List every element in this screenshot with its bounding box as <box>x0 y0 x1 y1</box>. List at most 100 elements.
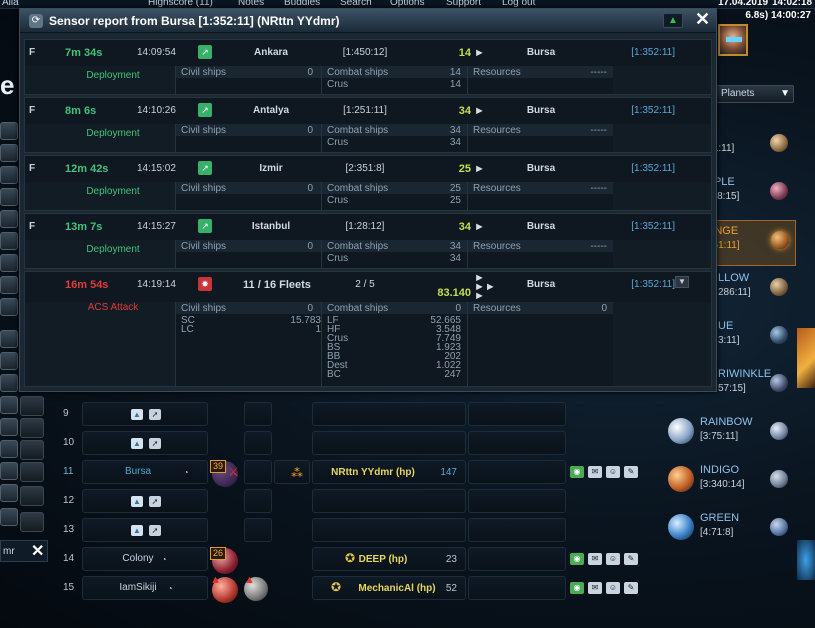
ship-icon[interactable]: ▲ <box>131 438 143 449</box>
ship-icon[interactable]: ▲ <box>131 496 143 507</box>
menu-button[interactable] <box>0 254 18 272</box>
fleet-origin[interactable]: Istanbul <box>221 221 321 232</box>
menu-button[interactable] <box>0 276 18 294</box>
fleet-origin[interactable]: Antalya <box>221 105 321 116</box>
planet-thumb[interactable] <box>668 466 694 492</box>
fleet-origin-coords[interactable]: [1:28:12] <box>325 221 405 232</box>
missile-icon[interactable]: ➚ <box>149 409 161 420</box>
planet-name[interactable]: Colony <box>83 553 193 564</box>
nav-item-buddies[interactable]: Buddies <box>284 0 320 8</box>
nav-item-alliance[interactable]: Alla <box>2 0 19 8</box>
nav-item-support[interactable]: Support <box>446 0 481 8</box>
menu-shortcut[interactable] <box>20 440 44 460</box>
menu-shortcut[interactable] <box>20 418 44 438</box>
fleet-dest[interactable]: Bursa <box>511 47 571 58</box>
moon-thumb[interactable] <box>770 326 788 344</box>
menu-button[interactable] <box>0 418 18 436</box>
fleet-origin[interactable]: Izmir <box>221 163 321 174</box>
menu-button[interactable] <box>0 440 18 458</box>
player-name[interactable]: DEEP (hp) <box>323 554 443 565</box>
nav-item-options[interactable]: Options <box>390 0 424 8</box>
planet-name[interactable]: IamSikiji <box>83 582 193 593</box>
fleet-origin-coords[interactable]: [2:351:8] <box>325 163 405 174</box>
moon-thumb[interactable] <box>771 231 789 249</box>
menu-button[interactable] <box>0 144 18 162</box>
avatar[interactable] <box>718 24 748 56</box>
nav-item-notes[interactable]: Notes <box>238 0 264 8</box>
debris-icon[interactable]: ⁂ <box>291 466 303 480</box>
fleet-dest[interactable]: Bursa <box>511 221 571 232</box>
moon-thumb[interactable] <box>770 470 788 488</box>
menu-button[interactable] <box>0 298 18 316</box>
menu-button[interactable] <box>0 352 18 370</box>
close-icon[interactable]: ✕ <box>31 541 44 561</box>
missile-button[interactable]: ✎ <box>624 553 638 565</box>
fleet-origin-coords[interactable]: [1:251:11] <box>325 105 405 116</box>
moon-thumb[interactable] <box>770 182 788 200</box>
menu-button[interactable] <box>0 484 18 502</box>
planet-item-selected[interactable]: ANGE 361:11] <box>704 220 796 266</box>
menu-button[interactable] <box>0 210 18 228</box>
menu-button[interactable] <box>0 166 18 184</box>
espionage-button[interactable]: ◉ <box>570 553 584 565</box>
expand-icon[interactable]: ▼ <box>675 276 689 288</box>
planet-thumb[interactable] <box>668 418 694 444</box>
ship-icon[interactable]: ▲ <box>131 409 143 420</box>
moon-thumb[interactable] <box>770 134 788 152</box>
player-name[interactable]: MechanicAl (hp) <box>337 583 457 594</box>
fleet-dest[interactable]: Bursa <box>511 279 571 290</box>
fleet-origin[interactable]: Ankara <box>221 47 321 58</box>
missile-icon[interactable]: ➚ <box>149 496 161 507</box>
buddy-button[interactable]: ☺ <box>606 466 620 478</box>
planet-cell[interactable]: 26 <box>210 547 242 574</box>
missile-button[interactable]: ✎ <box>624 582 638 594</box>
menu-shortcut[interactable] <box>20 396 44 416</box>
nav-item-logout[interactable]: Log out <box>502 0 535 8</box>
fleet-dest-coords[interactable]: [1:352:11] <box>595 47 675 58</box>
espionage-button[interactable]: ◉ <box>570 466 584 478</box>
espionage-button[interactable]: ◉ <box>570 582 584 594</box>
moon-cell[interactable]: ▲ <box>244 574 272 601</box>
buddy-button[interactable]: ☺ <box>606 582 620 594</box>
message-button[interactable]: ✉ <box>588 582 602 594</box>
planet-thumb[interactable] <box>668 514 694 540</box>
buddy-button[interactable]: ☺ <box>606 553 620 565</box>
moon-thumb[interactable] <box>770 374 788 392</box>
fleet-dest[interactable]: Bursa <box>511 105 571 116</box>
window-titlebar[interactable]: ⟳ Sensor report from Bursa [1:352:11] (N… <box>20 9 716 33</box>
collapse-button[interactable]: ▲ <box>663 13 683 28</box>
planet-name[interactable]: Bursa <box>83 466 193 477</box>
message-button[interactable]: ✉ <box>588 553 602 565</box>
menu-button[interactable] <box>0 188 18 206</box>
refresh-icon[interactable]: ⟳ <box>29 14 43 28</box>
moon-thumb[interactable] <box>770 278 788 296</box>
moon-thumb[interactable] <box>770 422 788 440</box>
fleet-dest-coords[interactable]: [1:352:11] <box>595 163 675 174</box>
moon-thumb[interactable] <box>770 518 788 536</box>
menu-button[interactable] <box>0 374 18 392</box>
nav-item-search[interactable]: Search <box>340 0 372 8</box>
missile-icon[interactable]: ➚ <box>149 438 161 449</box>
menu-shortcut[interactable] <box>20 512 44 532</box>
missile-button[interactable]: ✎ <box>624 466 638 478</box>
menu-button[interactable] <box>0 508 18 526</box>
planet-item[interactable]: RAINBOW [3:75:11] <box>660 412 815 458</box>
message-button[interactable]: ✉ <box>588 466 602 478</box>
menu-shortcut[interactable] <box>20 486 44 506</box>
missile-icon[interactable]: ➚ <box>149 525 161 536</box>
planet-item[interactable]: GREEN [4:71:8] <box>660 508 815 554</box>
planet-item[interactable]: INDIGO [3:340:14] <box>660 460 815 506</box>
menu-button[interactable] <box>0 122 18 140</box>
menu-shortcut[interactable] <box>20 462 44 482</box>
menu-button[interactable] <box>0 396 18 414</box>
fleet-dest-coords[interactable]: [1:352:11] <box>595 105 675 116</box>
planet-cell[interactable]: 39 ⚔ <box>210 460 242 487</box>
nav-item-highscore[interactable]: Highscore (11) <box>148 0 213 8</box>
player-name[interactable]: NRttn YYdmr (hp) <box>313 467 433 478</box>
menu-button[interactable] <box>0 232 18 250</box>
planets-select[interactable]: Planets ▼ <box>716 85 794 103</box>
planet-cell[interactable]: ▲ <box>210 574 242 603</box>
fleet-dest-coords[interactable]: [1:352:11] <box>595 221 675 232</box>
fleet-dest-coords[interactable]: [1:352:11] <box>595 279 675 290</box>
ship-icon[interactable]: ▲ <box>131 525 143 536</box>
